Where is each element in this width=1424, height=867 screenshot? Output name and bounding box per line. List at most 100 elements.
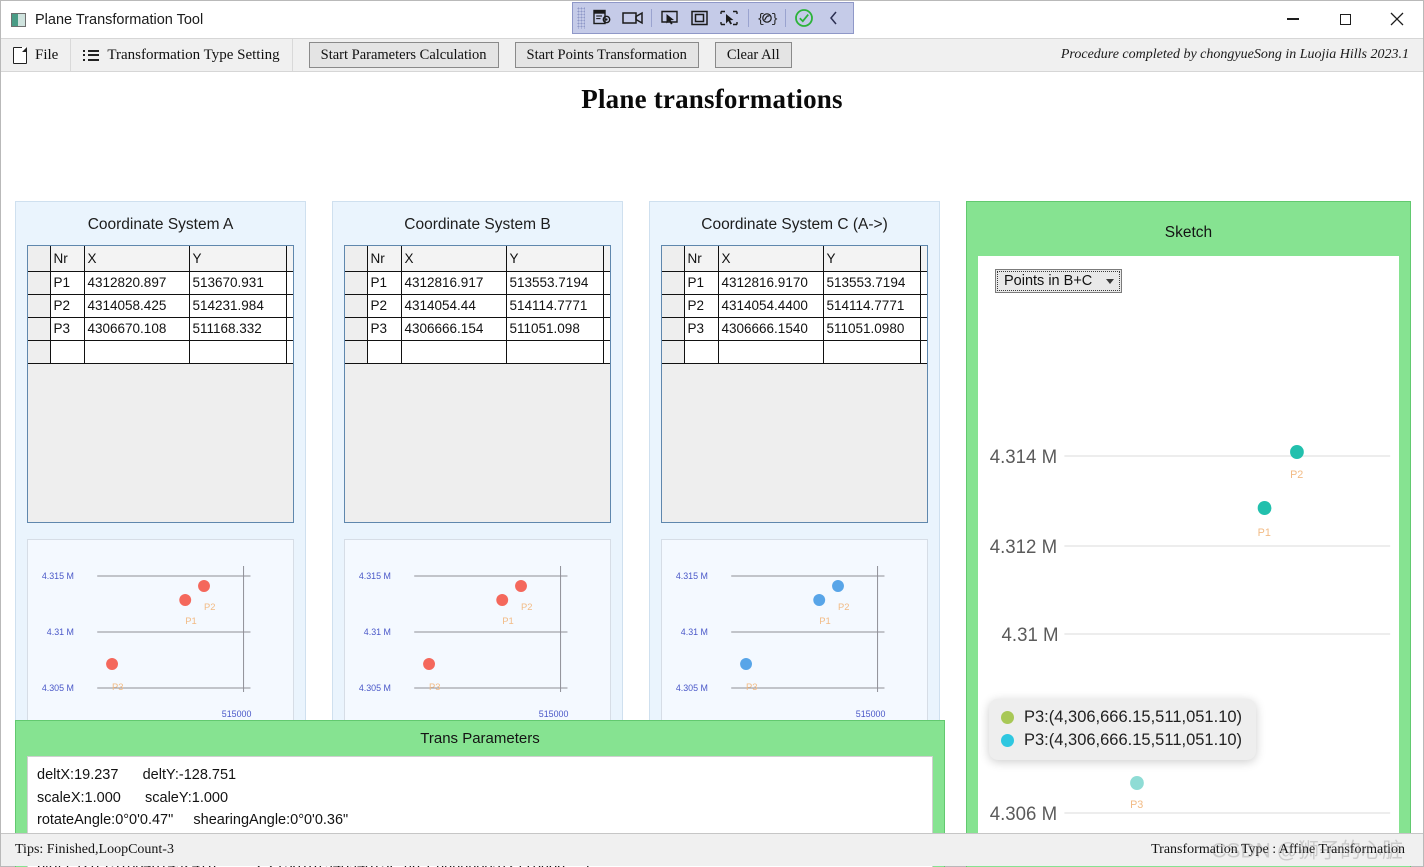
cursor-select-icon[interactable] (655, 5, 685, 31)
cell-y[interactable]: 513553.7194 (505, 270, 604, 295)
cell-nr[interactable]: P2 (366, 293, 402, 318)
data-point-p2[interactable] (515, 580, 527, 592)
data-point-p3[interactable] (740, 658, 752, 670)
column-header-empty[interactable] (919, 246, 927, 272)
menu-item-file[interactable]: File (1, 39, 72, 71)
cell-empty[interactable] (602, 316, 610, 341)
row-handle[interactable] (662, 339, 685, 364)
row-handle[interactable] (345, 270, 368, 295)
cell-x[interactable] (400, 339, 507, 364)
rectangle-select-icon[interactable] (685, 5, 715, 31)
cell-empty[interactable] (285, 339, 293, 364)
coordinate-system-c-table[interactable]: Nr X Y P1 4312816.9170 513553.7194 P2 43… (662, 246, 927, 364)
cell-empty[interactable] (285, 316, 293, 341)
column-header-y[interactable]: Y (188, 246, 287, 272)
data-point-p1[interactable] (179, 594, 192, 606)
column-header-nr[interactable]: Nr (366, 246, 402, 272)
settings-brace-icon[interactable]: { } (752, 5, 782, 31)
cell-empty[interactable] (919, 339, 927, 364)
row-handle[interactable] (345, 316, 368, 341)
table-row-empty[interactable] (345, 339, 610, 364)
cell-y[interactable]: 513670.931 (188, 270, 287, 295)
cell-x[interactable]: 4314058.425 (83, 293, 190, 318)
sketch-scatter-chart[interactable]: 4.314 M 4.312 M 4.31 M 4.306 M 512000 51… (978, 256, 1399, 864)
cell-nr[interactable]: P1 (49, 270, 85, 295)
table-row[interactable]: P1 4312816.917 513553.7194 (345, 270, 610, 295)
row-handle[interactable] (662, 270, 685, 295)
cell-y[interactable]: 514114.7771 (505, 293, 604, 318)
maximize-button[interactable] (1319, 1, 1371, 37)
toolbar-drag-handle[interactable] (577, 7, 585, 29)
column-header-empty[interactable] (285, 246, 293, 272)
data-point-p3[interactable] (1130, 776, 1144, 790)
collapse-left-icon[interactable] (819, 5, 849, 31)
data-point-p3[interactable] (106, 658, 118, 670)
cell-empty[interactable] (285, 293, 293, 318)
cell-y[interactable] (822, 339, 921, 364)
cell-nr[interactable] (683, 339, 719, 364)
data-point-p2[interactable] (1290, 445, 1304, 459)
cell-x[interactable] (83, 339, 190, 364)
cell-empty[interactable] (285, 270, 293, 295)
table-row[interactable]: P3 4306666.154 511051.098 (345, 316, 610, 341)
screen-recorder-toolbar[interactable]: { } (572, 2, 854, 34)
column-header-y[interactable]: Y (505, 246, 604, 272)
cell-y[interactable]: 511168.332 (188, 316, 287, 341)
cell-empty[interactable] (919, 293, 927, 318)
column-header-x[interactable]: X (717, 246, 824, 272)
cell-x[interactable] (717, 339, 824, 364)
data-point-p1[interactable] (813, 594, 826, 606)
table-row-empty[interactable] (28, 339, 293, 364)
menu-item-transformation-type-setting[interactable]: Transformation Type Setting (71, 39, 293, 71)
cell-x[interactable]: 4312816.917 (400, 270, 507, 295)
cell-y[interactable]: 511051.0980 (822, 316, 921, 341)
row-handle[interactable] (28, 293, 51, 318)
data-point-p2[interactable] (198, 580, 210, 592)
row-handle[interactable] (28, 339, 51, 364)
coordinate-system-c-grid[interactable]: Nr X Y P1 4312816.9170 513553.7194 P2 43… (661, 245, 928, 523)
cell-y[interactable] (188, 339, 287, 364)
coordinate-system-b-grid[interactable]: Nr X Y P1 4312816.917 513553.7194 P2 431… (344, 245, 611, 523)
scroll-capture-icon[interactable] (715, 5, 745, 31)
data-point-p3[interactable] (423, 658, 435, 670)
data-point-p1[interactable] (1257, 501, 1272, 515)
cell-nr[interactable]: P3 (49, 316, 85, 341)
clear-all-button[interactable]: Clear All (714, 41, 792, 69)
cell-nr[interactable]: P1 (683, 270, 719, 295)
minimize-button[interactable] (1267, 1, 1319, 37)
row-handle[interactable] (28, 316, 51, 341)
table-row[interactable]: P3 4306666.1540 511051.0980 (662, 316, 927, 341)
column-header-y[interactable]: Y (822, 246, 921, 272)
cell-x[interactable]: 4312820.897 (83, 270, 190, 295)
cell-y[interactable]: 514231.984 (188, 293, 287, 318)
cell-empty[interactable] (919, 270, 927, 295)
column-header-nr[interactable]: Nr (683, 246, 719, 272)
start-points-transformation-button[interactable]: Start Points Transformation (514, 41, 699, 69)
cell-nr[interactable]: P2 (49, 293, 85, 318)
cell-nr[interactable]: P1 (366, 270, 402, 295)
cell-x[interactable]: 4306666.154 (400, 316, 507, 341)
cell-y[interactable] (505, 339, 604, 364)
cell-x[interactable]: 4306670.108 (83, 316, 190, 341)
coordinate-system-b-table[interactable]: Nr X Y P1 4312816.917 513553.7194 P2 431… (345, 246, 610, 364)
cell-y[interactable]: 513553.7194 (822, 270, 921, 295)
table-row[interactable]: P1 4312816.9170 513553.7194 (662, 270, 927, 295)
cell-empty[interactable] (602, 270, 610, 295)
column-header-empty[interactable] (602, 246, 610, 272)
cell-x[interactable]: 4306666.1540 (717, 316, 824, 341)
table-row[interactable]: P2 4314054.4400 514114.7771 (662, 293, 927, 318)
video-camera-icon[interactable] (618, 5, 648, 31)
cell-y[interactable]: 514114.7771 (822, 293, 921, 318)
row-handle[interactable] (662, 293, 685, 318)
start-parameters-calculation-button[interactable]: Start Parameters Calculation (308, 41, 499, 69)
row-handle[interactable] (28, 270, 51, 295)
coordinate-system-a-table[interactable]: Nr X Y P1 4312820.897 513670.931 P2 4314… (28, 246, 293, 364)
table-row[interactable]: P2 4314058.425 514231.984 (28, 293, 293, 318)
cell-x[interactable]: 4314054.4400 (717, 293, 824, 318)
table-row[interactable]: P1 4312820.897 513670.931 (28, 270, 293, 295)
column-header-x[interactable]: X (400, 246, 507, 272)
column-header-nr[interactable]: Nr (49, 246, 85, 272)
cell-empty[interactable] (602, 293, 610, 318)
coordinate-system-a-grid[interactable]: Nr X Y P1 4312820.897 513670.931 P2 4314… (27, 245, 294, 523)
cell-nr[interactable]: P3 (683, 316, 719, 341)
